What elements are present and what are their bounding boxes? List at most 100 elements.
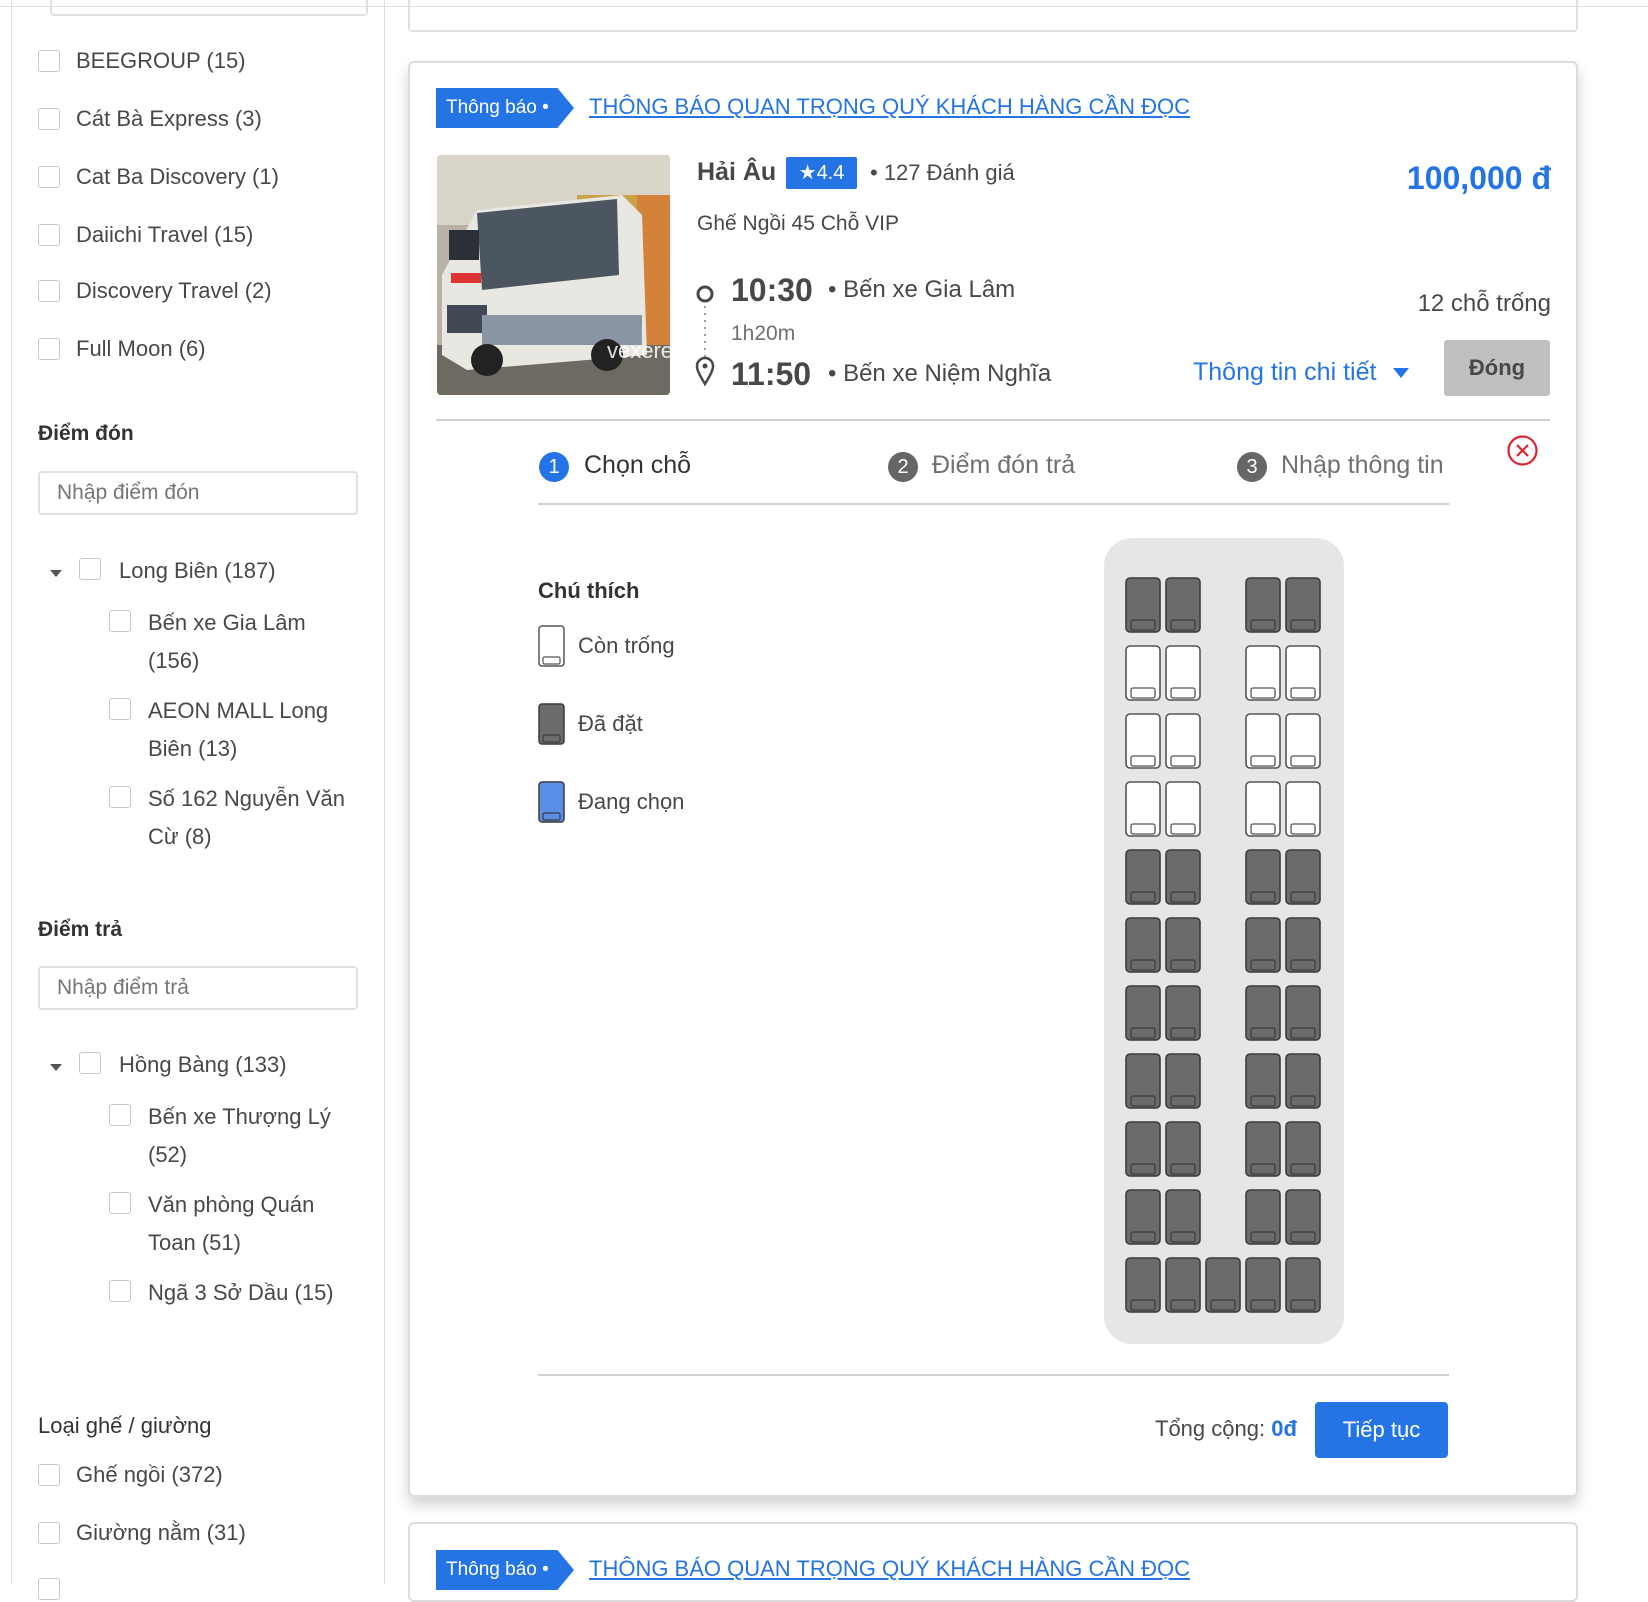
pickup-item-label: Bến xe Gia Lâm (156) bbox=[148, 610, 306, 673]
seat-booked bbox=[1165, 577, 1201, 633]
operator-label: BEEGROUP (15) bbox=[76, 48, 246, 73]
dropoff-group-label: Hồng Bàng (133) bbox=[119, 1052, 287, 1077]
notice-link[interactable]: THÔNG BÁO QUAN TRỌNG QUÝ KHÁCH HÀNG CẦN … bbox=[589, 1556, 1190, 1582]
step-3-number: 3 bbox=[1237, 452, 1267, 482]
footer-divider bbox=[538, 1374, 1449, 1376]
step-1-number: 1 bbox=[539, 452, 569, 482]
seat-map bbox=[1104, 538, 1344, 1344]
seat-available[interactable] bbox=[1124, 712, 1162, 770]
pickup-item-label: Số 162 Nguyễn Văn Cừ (8) bbox=[148, 786, 345, 849]
legend-available-label: Còn trống bbox=[578, 633, 675, 658]
booked-seat-icon bbox=[538, 703, 565, 745]
checkbox-pickup-group[interactable] bbox=[79, 558, 101, 580]
checkbox-pickup-item[interactable] bbox=[109, 610, 131, 632]
dropoff-item-label: Bến xe Thượng Lý (52) bbox=[148, 1104, 331, 1167]
operator-label: Daiichi Travel (15) bbox=[76, 222, 254, 247]
pickup-search-input[interactable] bbox=[38, 471, 358, 515]
detail-link-label: Thông tin chi tiết bbox=[1193, 358, 1377, 386]
seat-available[interactable] bbox=[1284, 644, 1322, 702]
step-3-label[interactable]: Nhập thông tin bbox=[1281, 451, 1444, 480]
checkbox-dropoff-group[interactable] bbox=[79, 1052, 101, 1074]
checkbox-operator-fullmoon[interactable] bbox=[38, 338, 60, 360]
continue-button[interactable]: Tiếp tục bbox=[1315, 1402, 1448, 1458]
checkbox-pickup-item[interactable] bbox=[109, 698, 131, 720]
steps-divider bbox=[538, 503, 1449, 505]
seat-available[interactable] bbox=[1164, 780, 1202, 838]
seat-booked bbox=[1165, 985, 1201, 1041]
pickup-item-label: AEON MALL Long Biên (13) bbox=[148, 698, 329, 761]
dropoff-search-input[interactable] bbox=[38, 966, 358, 1010]
rating-value: 4.4 bbox=[816, 162, 845, 184]
seat-booked bbox=[1245, 577, 1281, 633]
checkbox-operator-catba-express[interactable] bbox=[38, 108, 60, 130]
legend-booked-label: Đã đặt bbox=[578, 711, 643, 736]
caret-down-icon bbox=[1393, 368, 1410, 379]
depart-time: 10:30 bbox=[731, 272, 813, 308]
seat-available[interactable] bbox=[1244, 712, 1282, 770]
step-2-label[interactable]: Điểm đón trả bbox=[932, 451, 1075, 480]
checkbox-operator-beegroup[interactable] bbox=[38, 50, 60, 72]
total-summary: Tổng cộng: 0đ bbox=[1155, 1416, 1297, 1442]
step-1-label[interactable]: Chọn chỗ bbox=[584, 451, 691, 480]
route-line-icon bbox=[695, 285, 715, 387]
dropoff-item-label: Ngã 3 Sở Dầu (15) bbox=[148, 1280, 334, 1305]
seat-type-label: Giường nằm (31) bbox=[76, 1520, 246, 1545]
legend-selecting-label: Đang chọn bbox=[578, 789, 685, 814]
checkbox-seat-type[interactable] bbox=[38, 1578, 60, 1600]
operator-search-input[interactable] bbox=[50, 0, 368, 16]
seats-available: 12 chỗ trống bbox=[1417, 290, 1551, 317]
seat-available[interactable] bbox=[1124, 780, 1162, 838]
checkbox-seat-type[interactable] bbox=[38, 1464, 60, 1486]
checkbox-dropoff-item[interactable] bbox=[109, 1192, 131, 1214]
seat-booked bbox=[1285, 1257, 1321, 1313]
close-x-icon[interactable] bbox=[1507, 435, 1538, 466]
seat-booked bbox=[1285, 577, 1321, 633]
seat-available[interactable] bbox=[1164, 712, 1202, 770]
collapse-caret-icon[interactable] bbox=[50, 1064, 62, 1071]
notice-link[interactable]: THÔNG BÁO QUAN TRỌNG QUÝ KHÁCH HÀNG CẦN … bbox=[589, 94, 1190, 120]
seat-booked bbox=[1285, 1189, 1321, 1245]
checkbox-dropoff-item[interactable] bbox=[109, 1104, 131, 1126]
seat-booked bbox=[1125, 985, 1161, 1041]
operator-label: Cat Ba Discovery (1) bbox=[76, 164, 279, 189]
notice-tag: Thông báo • bbox=[436, 1550, 574, 1590]
seat-booked bbox=[1245, 917, 1281, 973]
seat-type-heading: Loại ghế / giường bbox=[38, 1413, 212, 1438]
seat-available[interactable] bbox=[1124, 644, 1162, 702]
seat-available[interactable] bbox=[1164, 644, 1202, 702]
seat-booked bbox=[1245, 1053, 1281, 1109]
star-icon: ★ bbox=[798, 162, 817, 184]
depart-place: • Bến xe Gia Lâm bbox=[828, 276, 1016, 303]
pickup-group-label: Long Biên (187) bbox=[119, 558, 276, 583]
seat-booked bbox=[1125, 1053, 1161, 1109]
checkbox-seat-type[interactable] bbox=[38, 1522, 60, 1544]
seat-available[interactable] bbox=[1284, 712, 1322, 770]
checkbox-pickup-item[interactable] bbox=[109, 786, 131, 808]
notice-tag: Thông báo • bbox=[436, 88, 574, 128]
checkbox-dropoff-item[interactable] bbox=[109, 1280, 131, 1302]
seat-available[interactable] bbox=[1244, 780, 1282, 838]
arrive-place: • Bến xe Niệm Nghĩa bbox=[828, 360, 1052, 387]
seat-booked bbox=[1245, 985, 1281, 1041]
checkbox-operator-discovery[interactable] bbox=[38, 280, 60, 302]
total-label: Tổng cộng: bbox=[1155, 1416, 1266, 1441]
seat-booked bbox=[1125, 1257, 1161, 1313]
trip-duration: 1h20m bbox=[731, 322, 796, 345]
operator-label: Cát Bà Express (3) bbox=[76, 106, 262, 131]
checkbox-operator-catba-discovery[interactable] bbox=[38, 166, 60, 188]
seat-booked bbox=[1285, 917, 1321, 973]
seat-available[interactable] bbox=[1244, 644, 1282, 702]
collapse-button[interactable]: Đóng bbox=[1444, 340, 1550, 396]
checkbox-operator-daiichi[interactable] bbox=[38, 224, 60, 246]
dropoff-heading: Điểm trả bbox=[38, 918, 123, 941]
seat-type-label: Ghế ngồi (372) bbox=[76, 1462, 223, 1487]
operator-label: Discovery Travel (2) bbox=[76, 278, 272, 303]
seat-booked bbox=[1245, 849, 1281, 905]
seat-booked bbox=[1245, 1189, 1281, 1245]
collapse-caret-icon[interactable] bbox=[50, 570, 62, 577]
seat-booked bbox=[1125, 849, 1161, 905]
legend-title: Chú thích bbox=[538, 578, 640, 603]
previous-trip-card bbox=[408, 0, 1578, 32]
trip-detail-link[interactable]: Thông tin chi tiết bbox=[1193, 358, 1410, 387]
seat-available[interactable] bbox=[1284, 780, 1322, 838]
